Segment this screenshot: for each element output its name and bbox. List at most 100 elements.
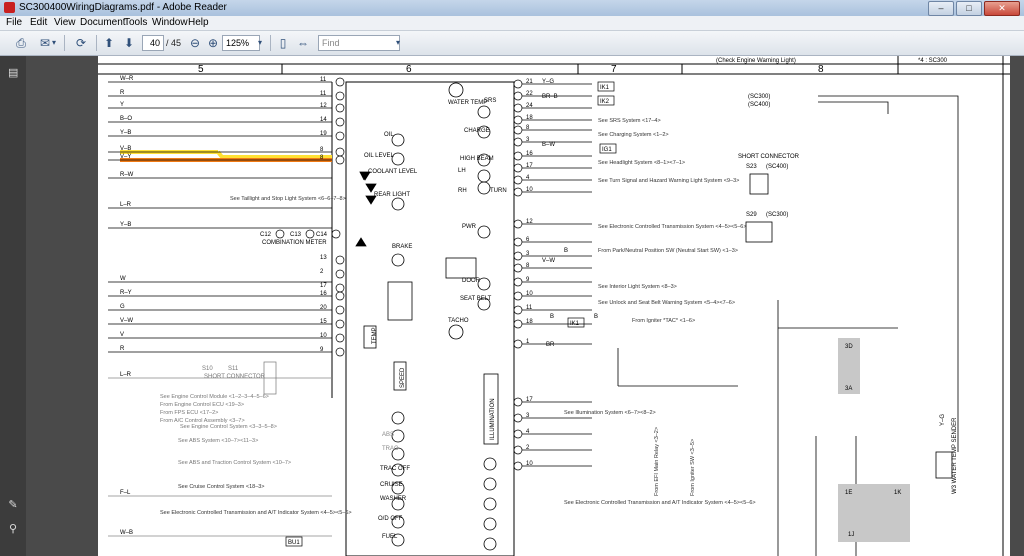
menu-help[interactable]: Help xyxy=(188,17,209,28)
right-pin-connector xyxy=(513,251,523,261)
note-igniter: From Igniter *TAC* <1–6> xyxy=(632,318,695,324)
pin-connector xyxy=(335,131,345,141)
right-pin-number: 24 xyxy=(526,103,533,109)
window-controls: – □ ✕ xyxy=(926,1,1020,16)
previous-page-icon[interactable]: ⬆ xyxy=(100,35,118,51)
right-pin-number: 12 xyxy=(526,219,533,225)
pin-number: 2 xyxy=(320,269,324,275)
minimize-button[interactable]: – xyxy=(928,1,954,16)
zoom-in-icon[interactable]: ⊕ xyxy=(204,35,222,51)
pin-connector xyxy=(335,269,345,279)
column-6: 6 xyxy=(406,64,412,75)
right-pin-connector xyxy=(513,137,523,147)
menu-edit[interactable]: Edit xyxy=(30,17,47,28)
right-pin-connector xyxy=(513,79,523,89)
pin-connector xyxy=(335,147,345,157)
turn-label: TURN xyxy=(490,188,507,194)
wire-b-2: B xyxy=(550,314,554,320)
find-input[interactable]: Find xyxy=(318,35,400,51)
print-icon[interactable]: ⎙ xyxy=(12,35,30,51)
pin-connector xyxy=(335,333,345,343)
right-pin-number: 10 xyxy=(526,187,533,193)
attach-icon[interactable]: ✎ xyxy=(8,498,18,511)
fit-width-icon[interactable]: ⇔ xyxy=(294,35,312,51)
toolbar-separator xyxy=(64,35,65,51)
toolbar: ⎙ ✉ ▾ ⟳ ⬆ ⬇ 40 / 45 ⊖ ⊕ 125% ▾ ▯ ⇔ Find … xyxy=(0,31,1024,56)
left-wire-label: F–L xyxy=(120,490,131,496)
left-wire-label: W–B xyxy=(120,530,133,536)
collaborate-icon[interactable]: ⟳ xyxy=(72,35,90,51)
fit-page-icon[interactable]: ▯ xyxy=(274,35,292,51)
pin-connector xyxy=(335,155,345,165)
wire-br: BR xyxy=(546,342,555,348)
tacho-label: TACHO xyxy=(448,318,469,324)
note-abs: See ABS System <10–7><11–3> xyxy=(178,438,258,444)
menu-document[interactable]: Document xyxy=(80,17,126,28)
pin-connector xyxy=(335,117,345,127)
chevron-down-icon[interactable]: ▾ xyxy=(50,35,58,51)
right-pin-connector xyxy=(513,91,523,101)
column-5: 5 xyxy=(198,64,204,75)
s11-label: S11 xyxy=(228,366,239,372)
left-wire-label: R xyxy=(120,90,125,96)
chevron-down-icon[interactable]: ▾ xyxy=(256,35,264,51)
s29-label: S29 xyxy=(746,212,757,218)
column-7: 7 xyxy=(611,64,617,75)
zoom-select[interactable]: 125% xyxy=(222,35,260,51)
right-pin-connector xyxy=(513,291,523,301)
s23-note: (SC400) xyxy=(766,164,788,170)
pin-number: 11 xyxy=(320,91,327,97)
wire-br-b: BR–B xyxy=(542,94,558,100)
note-top-left: (Check Engine Warning Light) xyxy=(716,58,796,64)
lh-label: LH xyxy=(458,168,466,174)
high-beam-label: HIGH BEAM xyxy=(460,156,494,162)
right-pin-connector xyxy=(513,115,523,125)
abs-label: ABS xyxy=(382,432,394,438)
note-engine-control: See Engine Control System <3–3–5–8> xyxy=(180,424,277,430)
od-off-label: O/D OFF xyxy=(378,516,403,522)
cruise-label: CRUISE xyxy=(380,482,403,488)
right-pin-connector xyxy=(513,237,523,247)
sc300-label: (SC300) xyxy=(748,94,770,100)
right-pin-number: 17 xyxy=(526,163,533,169)
right-pin-number: 18 xyxy=(526,115,533,121)
right-pin-connector xyxy=(513,263,523,273)
right-pin-number: 16 xyxy=(526,151,533,157)
rh-label: RH xyxy=(458,188,467,194)
wire-b-w: B–W xyxy=(542,142,555,148)
pin-number: 11 xyxy=(320,77,327,83)
coolant-level-label: COOLANT LEVEL xyxy=(368,169,418,175)
right-pin-connector xyxy=(513,163,523,173)
page-number-input[interactable]: 40 xyxy=(142,35,164,51)
close-button[interactable]: ✕ xyxy=(984,1,1020,16)
right-pin-number: 10 xyxy=(526,461,533,467)
wire-v-w: V–W xyxy=(542,258,555,264)
pin-connector xyxy=(335,91,345,101)
combination-meter-label: COMBINATION METER xyxy=(262,240,327,246)
menu-view[interactable]: View xyxy=(54,17,76,28)
pin-number: 14 xyxy=(320,117,327,123)
pin-number: 10 xyxy=(320,333,327,339)
srs-label: SRS xyxy=(484,98,496,104)
next-page-icon[interactable]: ⬇ xyxy=(120,35,138,51)
pdf-page: 5 6 7 8 (Check Engine Warning Light) *4 … xyxy=(98,56,1010,556)
column-8: 8 xyxy=(818,64,824,75)
water-temp-sender-label: W3 WATER TEMP SENDER xyxy=(952,417,958,494)
left-wire-label: Y–B xyxy=(120,130,131,136)
c13-label: C13 xyxy=(290,232,302,238)
menu-tools[interactable]: Tools xyxy=(124,17,147,28)
menu-window[interactable]: Window xyxy=(152,17,188,28)
menu-file[interactable]: File xyxy=(6,17,22,28)
left-wire-label: W xyxy=(120,276,126,282)
paperclip-icon[interactable]: ⚲ xyxy=(8,522,18,535)
chevron-down-icon[interactable]: ▾ xyxy=(394,35,402,51)
right-pin-number: 22 xyxy=(526,91,533,97)
zoom-out-icon[interactable]: ⊖ xyxy=(186,35,204,51)
menu-bar: File Edit View Document Tools Window Hel… xyxy=(0,16,1024,31)
maximize-button[interactable]: □ xyxy=(956,1,982,16)
pages-icon[interactable]: ▤ xyxy=(8,66,18,79)
pin-3d: 3D xyxy=(845,344,853,350)
s23-label: S23 xyxy=(746,164,757,170)
connector-ik1: IK1 xyxy=(600,85,610,91)
rear-light-label: REAR LIGHT xyxy=(374,192,410,198)
